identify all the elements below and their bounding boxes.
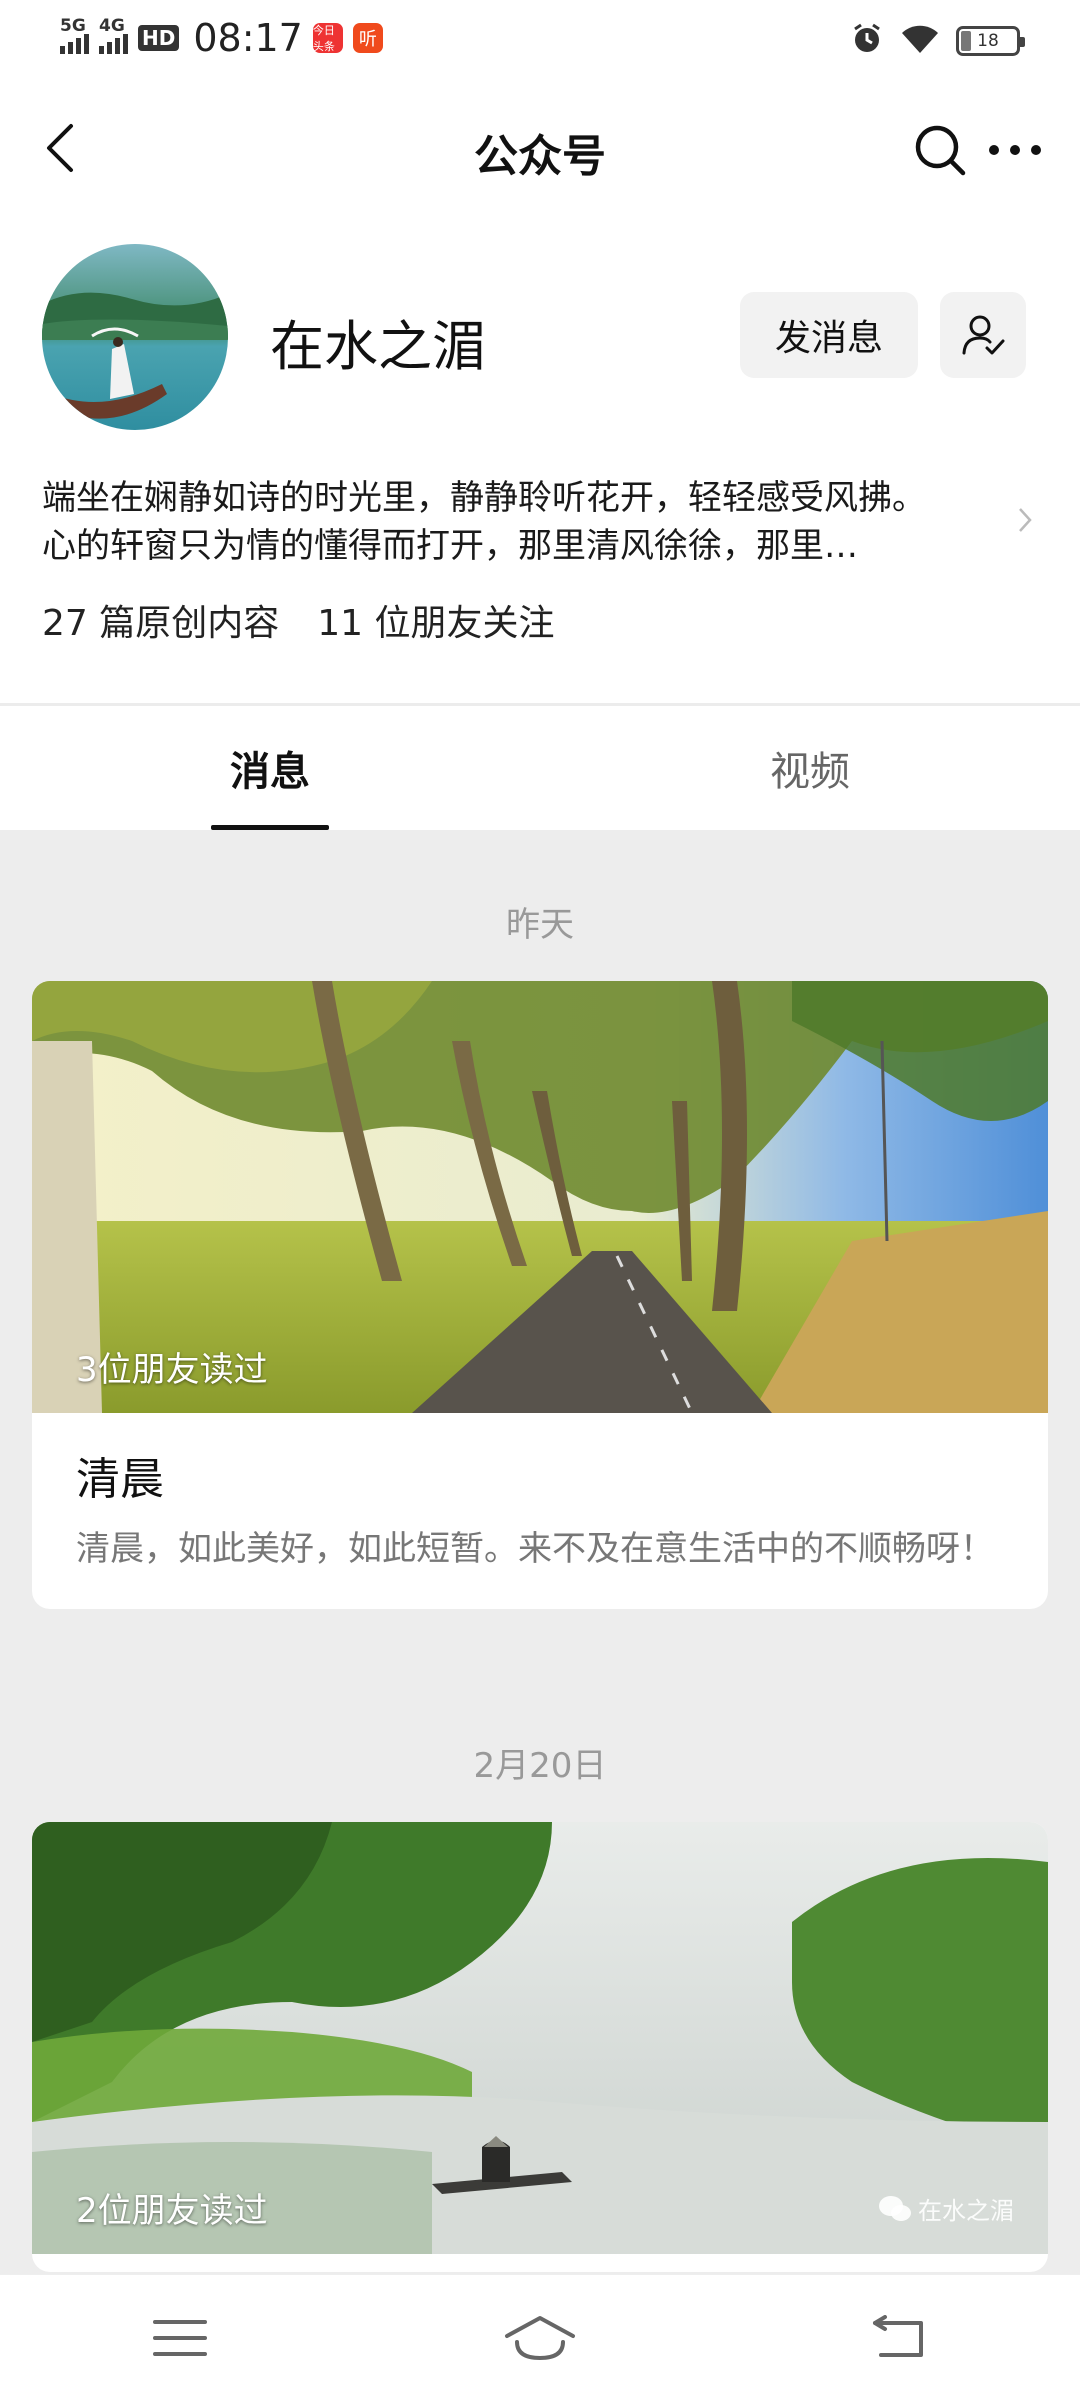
status-right: 18 (850, 22, 1025, 60)
article-summary: 清晨，如此美好，如此短暂。来不及在意生活中的不顺畅呀！ (76, 1529, 994, 1569)
status-left: 5G 4G HD 08:17 今日头条 听 (60, 16, 383, 60)
account-stats: 27 篇原创内容 11 位朋友关注 (42, 594, 555, 646)
friends-following-count[interactable]: 11 位朋友关注 (317, 594, 554, 646)
article-cover-image: 3位朋友读过 (32, 981, 1048, 1413)
recent-apps-button[interactable] (130, 2298, 230, 2378)
article-card[interactable]: 2位朋友读过 在水之湄 (32, 1822, 1048, 2272)
alarm-icon (850, 22, 884, 60)
account-header: 公众号 在水之湄 发消息 端坐在娴静如诗的时光里，静静聆听花开，轻轻感受风拂。 … (0, 82, 1080, 830)
description-expand-button[interactable] (1010, 500, 1040, 540)
battery-level: 18 (977, 31, 999, 51)
signal-5g-icon: 5G (60, 16, 89, 54)
user-check-icon (962, 315, 1005, 355)
hd-badge: HD (138, 25, 180, 51)
more-dots-icon (989, 145, 1041, 155)
description-line-1: 端坐在娴静如诗的时光里，静静聆听花开，轻轻感受风拂。 (42, 478, 926, 518)
description-line-2: 心的轩窗只为情的懂得而打开，那里清风徐徐，那里… (42, 526, 858, 566)
system-navigation-bar (0, 2274, 1080, 2400)
original-count: 27 篇原创内容 (42, 603, 280, 644)
watermark: 在水之湄 (878, 2191, 1014, 2226)
avatar[interactable] (42, 244, 228, 430)
status-bar: 5G 4G HD 08:17 今日头条 听 18 (0, 0, 1080, 82)
wechat-icon (879, 2195, 911, 2221)
article-card[interactable]: 3位朋友读过 清晨 清晨，如此美好，如此短暂。来不及在意生活中的不顺畅呀！ (32, 981, 1048, 1609)
article-cover-image: 2位朋友读过 在水之湄 (32, 1822, 1048, 2254)
account-name: 在水之湄 (270, 315, 486, 378)
more-button[interactable] (980, 120, 1050, 180)
search-button[interactable] (910, 120, 970, 180)
signal-4g-icon: 4G (99, 16, 128, 54)
search-icon (915, 125, 966, 176)
watermark-text: 在水之湄 (918, 2197, 1014, 2225)
wifi-icon (900, 23, 940, 59)
profile-section: 在水之湄 发消息 (0, 244, 1080, 430)
home-icon (505, 2315, 575, 2360)
content-tabs: 消息 视频 (0, 706, 1080, 830)
nav-bar: 公众号 (0, 82, 1080, 217)
network-label-4g: 4G (99, 16, 125, 36)
listen-app-icon: 听 (352, 23, 383, 53)
article-title: 清晨 (76, 1454, 164, 1505)
menu-icon (153, 2319, 207, 2356)
friends-read-count: 2位朋友读过 (76, 2191, 268, 2231)
feed-date-label: 昨天 (506, 905, 574, 945)
clock: 08:17 (193, 16, 303, 60)
tab-videos[interactable]: 视频 (540, 706, 1080, 830)
send-message-button[interactable]: 发消息 (740, 292, 918, 378)
article-body: 清晨 清晨，如此美好，如此短暂。来不及在意生活中的不顺畅呀！ (32, 1413, 1048, 1609)
back-nav-button[interactable] (850, 2298, 950, 2378)
friends-read-count: 3位朋友读过 (76, 1350, 268, 1390)
follow-status-button[interactable] (940, 292, 1026, 378)
toutiao-app-icon: 今日头条 (312, 23, 343, 53)
feed-date-label: 2月20日 (473, 1746, 607, 1786)
chevron-right-icon (1019, 508, 1032, 532)
account-description[interactable]: 端坐在娴静如诗的时光里，静静聆听花开，轻轻感受风拂。 心的轩窗只为情的懂得而打开… (42, 474, 1022, 570)
battery-icon: 18 (956, 26, 1025, 56)
tab-messages[interactable]: 消息 (0, 706, 540, 830)
network-label-5g: 5G (60, 16, 86, 36)
back-arrow-icon (873, 2314, 923, 2357)
home-button[interactable] (490, 2298, 590, 2378)
